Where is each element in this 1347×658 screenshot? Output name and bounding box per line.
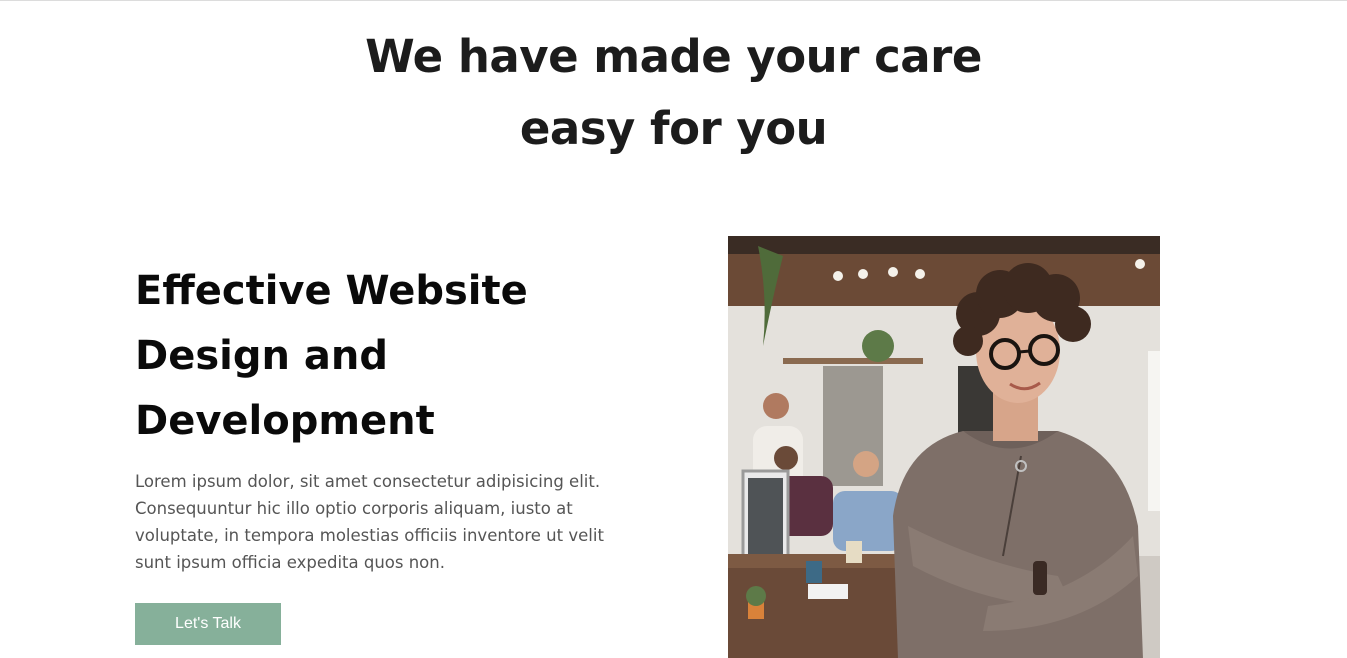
team-office-photo — [728, 236, 1160, 658]
hero-title-line-2: easy for you — [519, 102, 828, 156]
feature-description: Lorem ipsum dolor, sit amet consectetur … — [135, 472, 604, 572]
feature-title: Effective Website Design and Development — [135, 259, 655, 454]
feature-title-line-1: Effective Website — [135, 268, 528, 314]
page: We have made your care easy for you Effe… — [0, 0, 1347, 658]
feature-title-line-3: Development — [135, 398, 435, 444]
hero-title-line-1: We have made your care — [365, 30, 982, 84]
lets-talk-button[interactable]: Let's Talk — [135, 603, 281, 645]
feature-title-line-2: Design and — [135, 333, 388, 379]
feature-text-column: Effective Website Design and Development… — [135, 259, 655, 576]
hero-title: We have made your care easy for you — [0, 21, 1347, 165]
